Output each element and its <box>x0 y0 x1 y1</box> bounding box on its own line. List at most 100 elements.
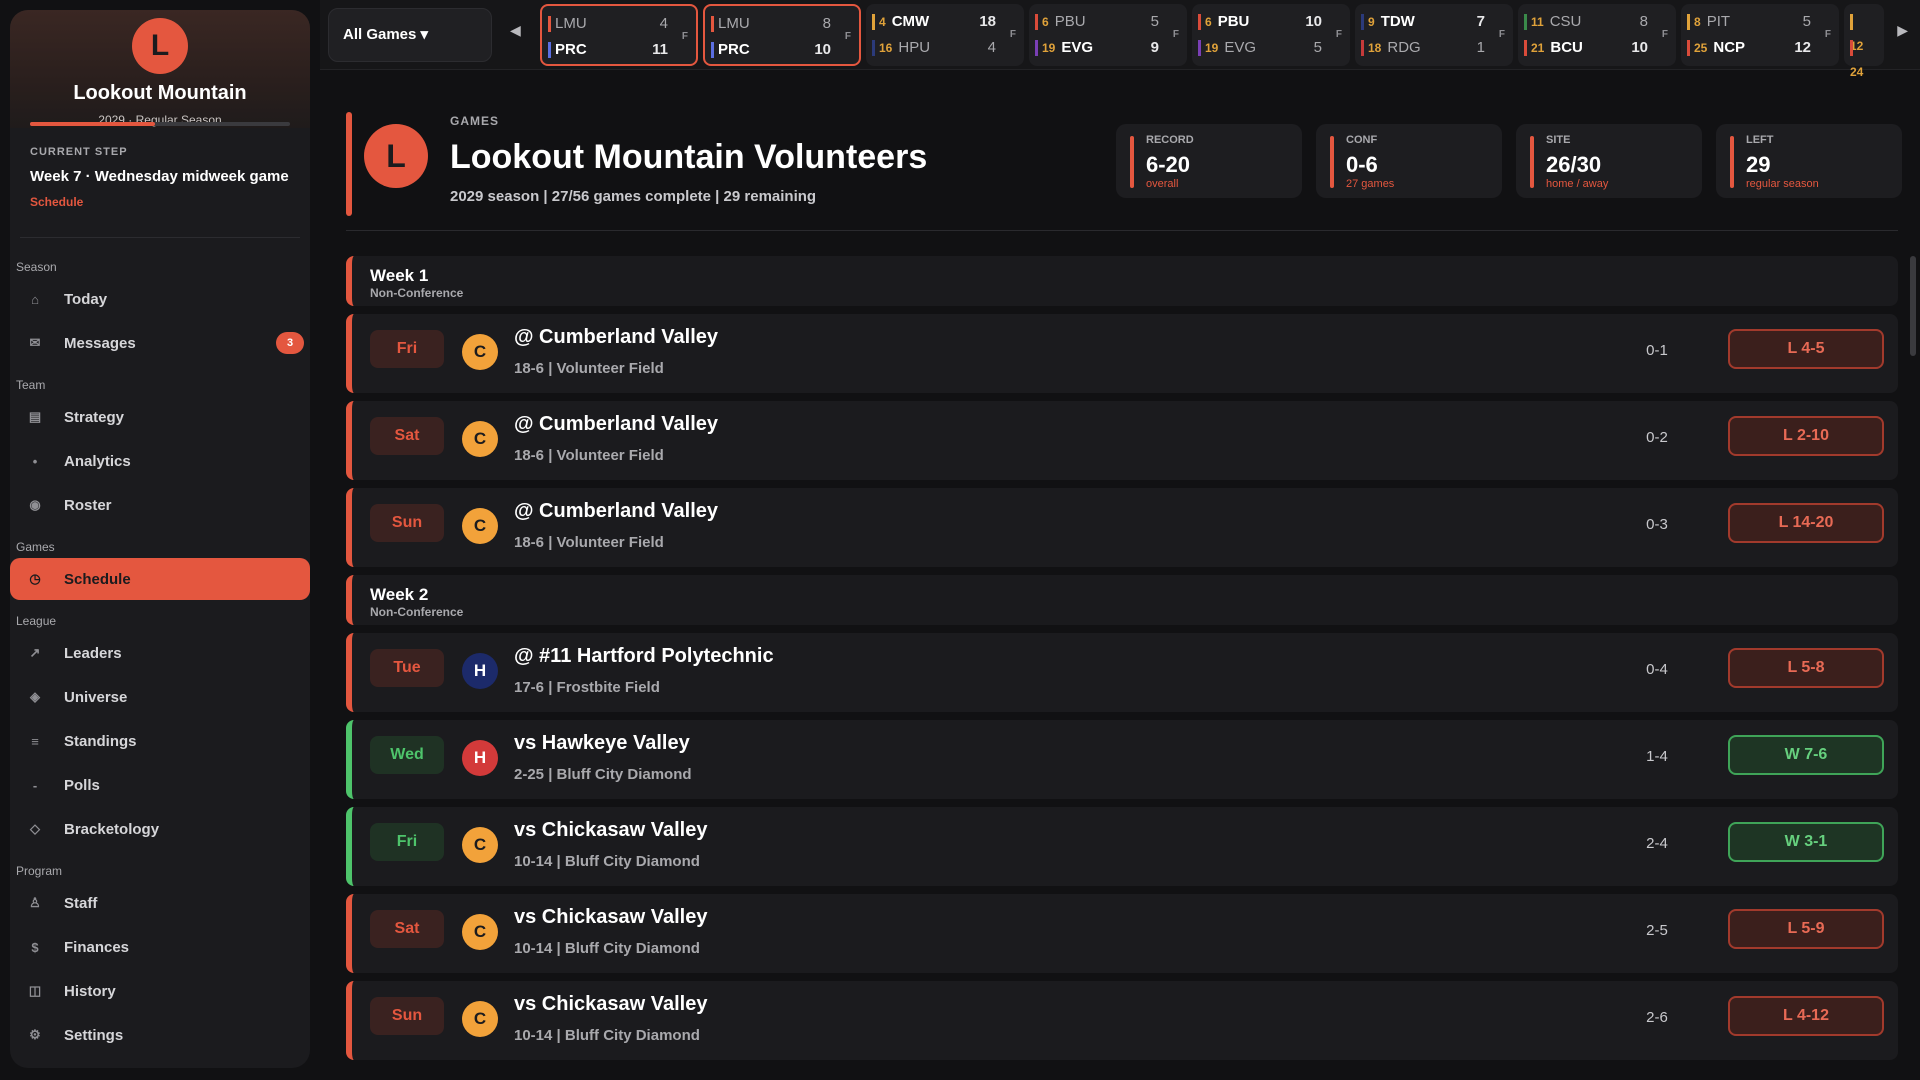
sidebar-item-polls[interactable]: - Polls <box>10 764 310 806</box>
sidebar-item-standings[interactable]: ≡ Standings <box>10 720 310 762</box>
game-result-button[interactable]: W 7-6 <box>1728 735 1884 775</box>
team-color-bar <box>1687 14 1690 31</box>
game-row[interactable]: Fri C vs Chickasaw Valley 10-14 | Bluff … <box>346 807 1898 886</box>
game-day-badge: Sat <box>370 417 444 455</box>
ticker-game[interactable]: LMU 8 PRC 10 F <box>703 4 861 66</box>
ticker-game[interactable]: 4 CMW 18 16 HPU 4 F <box>866 4 1024 66</box>
running-record: 0-2 <box>1646 429 1668 446</box>
page-subtitle: 2029 season | 27/56 games complete | 29 … <box>450 188 817 205</box>
team-color-bar <box>1524 40 1527 57</box>
ticker-game[interactable]: 11 CSU 8 21 BCU 10 F <box>1518 4 1676 66</box>
schedule-scrollbar[interactable] <box>1910 256 1916 356</box>
sidebar-item-schedule[interactable]: ◷ Schedule <box>10 558 310 600</box>
game-status: F <box>844 31 851 42</box>
team-color-bar <box>1524 14 1527 31</box>
opponent-name: vs Chickasaw Valley <box>514 819 708 841</box>
stat-sub: 27 games <box>1346 178 1395 190</box>
game-row[interactable]: Wed H vs Hawkeye Valley 2-25 | Bluff Cit… <box>346 720 1898 799</box>
team-color-bar <box>1850 14 1853 31</box>
game-status: F <box>1335 29 1342 40</box>
team-score: 5 <box>1313 39 1322 56</box>
team-rank: 19 <box>1205 41 1219 55</box>
game-result-button[interactable]: L 5-8 <box>1728 648 1884 688</box>
current-step-link[interactable]: Schedule <box>30 195 290 209</box>
game-status: F <box>1824 29 1831 40</box>
game-result-button[interactable]: L 5-9 <box>1728 909 1884 949</box>
opponent-name: @ #11 Hartford Polytechnic <box>514 645 774 667</box>
team-color-bar <box>872 14 875 31</box>
game-meta: 2-25 | Bluff City Diamond <box>514 766 692 783</box>
game-day-badge: Fri <box>370 823 444 861</box>
ticker-game[interactable]: 8 PIT 5 25 NCP 12 F <box>1681 4 1839 66</box>
clock-icon: ◷ <box>29 571 41 586</box>
game-status: F <box>1661 29 1668 40</box>
sidebar-item-history[interactable]: ◫ History <box>10 970 310 1012</box>
team-rank: 19 <box>1042 41 1056 55</box>
sidebar-item-analytics[interactable]: • Analytics <box>10 440 310 482</box>
ticker-game[interactable]: 6 PBU 10 19 EVG 5 F <box>1192 4 1350 66</box>
game-result-button[interactable]: L 2-10 <box>1728 416 1884 456</box>
ticker-next-icon[interactable]: ▶ <box>1897 22 1908 39</box>
sidebar-item-bracketology[interactable]: ◇ Bracketology <box>10 808 310 850</box>
team-rank: 4 <box>879 15 886 29</box>
dash-icon: - <box>32 777 38 793</box>
team-rank: 11 <box>1531 15 1544 29</box>
schedule-list[interactable]: Week 1 Non-Conference Fri C @ Cumberland … <box>346 256 1898 1080</box>
ticker-game[interactable]: 6 PBU 5 19 EVG 9 F <box>1029 4 1187 66</box>
game-row[interactable]: Fri C @ Cumberland Valley 18-6 | Volunte… <box>346 314 1898 393</box>
opponent-logo: H <box>462 653 498 689</box>
team-abbr: EVG <box>1224 39 1257 56</box>
game-result-button[interactable]: L 4-5 <box>1728 329 1884 369</box>
game-meta: 18-6 | Volunteer Field <box>514 534 664 551</box>
sidebar-item-today[interactable]: ⌂ Today <box>10 278 310 320</box>
team-color-bar <box>1198 14 1201 31</box>
games-filter-dropdown[interactable]: All Games ▾ <box>328 8 492 62</box>
ticker-team-row: 11 CSU 8 <box>1524 10 1648 34</box>
team-color-bar <box>872 40 875 57</box>
ticker-prev-icon[interactable]: ◀ <box>510 22 521 39</box>
team-score: 10 <box>1305 13 1322 30</box>
sidebar-item-finances[interactable]: $ Finances <box>10 926 310 968</box>
stat-accent <box>1130 136 1134 188</box>
game-row[interactable]: Sun C @ Cumberland Valley 18-6 | Volunte… <box>346 488 1898 567</box>
team-abbr: CSU <box>1549 13 1582 30</box>
game-day-badge: Fri <box>370 330 444 368</box>
ticker-game[interactable]: LMU 4 PRC 11 F <box>540 4 698 66</box>
sidebar-item-settings[interactable]: ⚙ Settings <box>10 1014 310 1056</box>
sidebar-item-universe[interactable]: ◈ Universe <box>10 676 310 718</box>
header-kicker: GAMES <box>450 114 500 128</box>
game-row[interactable]: Sat C @ Cumberland Valley 18-6 | Volunte… <box>346 401 1898 480</box>
sidebar-item-label: Strategy <box>64 408 125 426</box>
game-result-button[interactable]: L 4-12 <box>1728 996 1884 1036</box>
stat-value: 26/30 <box>1546 152 1602 177</box>
game-result-button[interactable]: W 3-1 <box>1728 822 1884 862</box>
game-row[interactable]: Sat C vs Chickasaw Valley 10-14 | Bluff … <box>346 894 1898 973</box>
game-row[interactable]: Tue H @ #11 Hartford Polytechnic 17-6 | … <box>346 633 1898 712</box>
team-rank: 18 <box>1368 41 1382 55</box>
sidebar-item-strategy[interactable]: ▤ Strategy <box>10 396 310 438</box>
ticker-team-row: 16 HPU 4 <box>872 36 996 60</box>
sidebar-item-label: Analytics <box>64 452 131 470</box>
sidebar-item-staff[interactable]: ♙ Staff <box>10 882 310 924</box>
opponent-name: vs Chickasaw Valley <box>514 906 708 928</box>
opponent-logo: C <box>462 827 498 863</box>
team-header: L GAMES Lookout Mountain Volunteers 2029… <box>346 110 1904 228</box>
running-record: 2-4 <box>1646 835 1668 852</box>
sidebar-item-messages[interactable]: ✉ Messages 3 <box>10 322 310 364</box>
sidebar-item-roster[interactable]: ◉ Roster <box>10 484 310 526</box>
game-row[interactable]: Sun C vs Chickasaw Valley 10-14 | Bluff … <box>346 981 1898 1060</box>
team-color-bar <box>548 16 551 33</box>
game-result-button[interactable]: L 14-20 <box>1728 503 1884 543</box>
sidebar-item-leaders[interactable]: ↗ Leaders <box>10 632 310 674</box>
team-abbr: LMU <box>555 15 587 32</box>
week-title: Week 2 <box>370 585 429 604</box>
week-subtitle: Non-Conference <box>370 605 464 619</box>
ticker-team-row: 24 <box>1850 36 1863 79</box>
ticker-game[interactable]: 9 TDW 7 18 RDG 1 F <box>1355 4 1513 66</box>
ticker-team-row: 8 PIT 5 <box>1687 10 1811 34</box>
sidebar: L Lookout Mountain 2029 · Regular Season… <box>10 10 310 1068</box>
stat-label: LEFT <box>1746 134 1774 146</box>
ticker-game[interactable]: 12 24 <box>1844 4 1884 79</box>
opponent-logo: C <box>462 914 498 950</box>
stat-value: 29 <box>1746 152 1771 177</box>
